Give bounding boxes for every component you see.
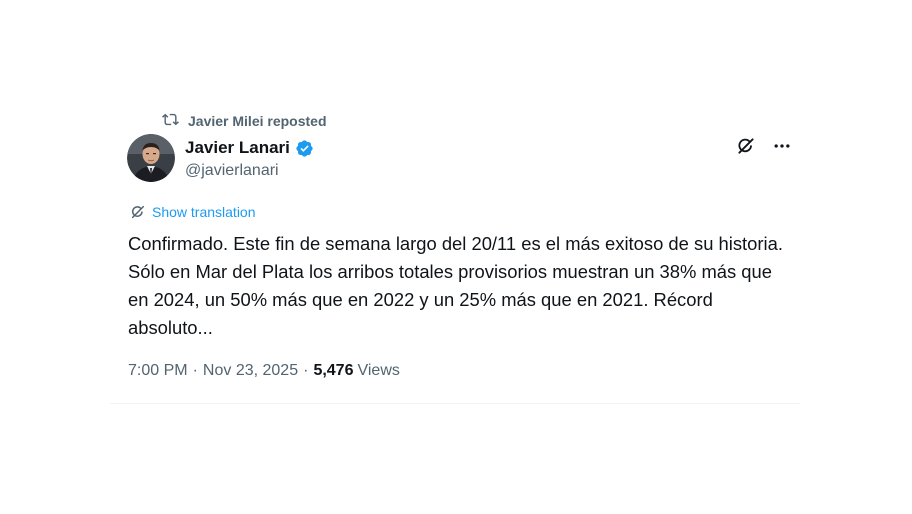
tweet-text: Confirmado. Este fin de semana largo del… [128, 233, 783, 338]
tweet-time[interactable]: 7:00 PM [128, 362, 188, 380]
views-label[interactable]: Views [357, 362, 399, 380]
translate-icon [130, 204, 146, 220]
meta-separator: · [192, 362, 198, 379]
tweet-card[interactable]: Javier Milei reposted Javier Lanari @jav… [110, 100, 800, 404]
repost-indicator[interactable]: Javier Milei reposted [162, 111, 327, 131]
views-count[interactable]: 5,476 [313, 362, 353, 380]
show-translation-label[interactable]: Show translation [152, 204, 256, 220]
meta-separator: · [303, 362, 309, 379]
author-handle[interactable]: @javierlanari [185, 162, 279, 180]
page: Javier Milei reposted Javier Lanari @jav… [0, 0, 912, 514]
header-actions [736, 136, 792, 156]
verified-badge-icon[interactable] [295, 139, 314, 158]
avatar[interactable] [127, 134, 175, 182]
repost-icon [162, 111, 179, 131]
grok-icon[interactable] [736, 136, 756, 156]
author-name-row[interactable]: Javier Lanari [185, 138, 314, 158]
repost-text: Javier Milei reposted [188, 113, 327, 129]
tweet-meta: 7:00 PM · Nov 23, 2025 · 5,476 Views [128, 362, 400, 380]
author-display-name[interactable]: Javier Lanari [185, 138, 290, 158]
more-options-icon[interactable] [772, 136, 792, 156]
show-translation-button[interactable]: Show translation [130, 204, 256, 220]
tweet-date[interactable]: Nov 23, 2025 [203, 362, 298, 380]
